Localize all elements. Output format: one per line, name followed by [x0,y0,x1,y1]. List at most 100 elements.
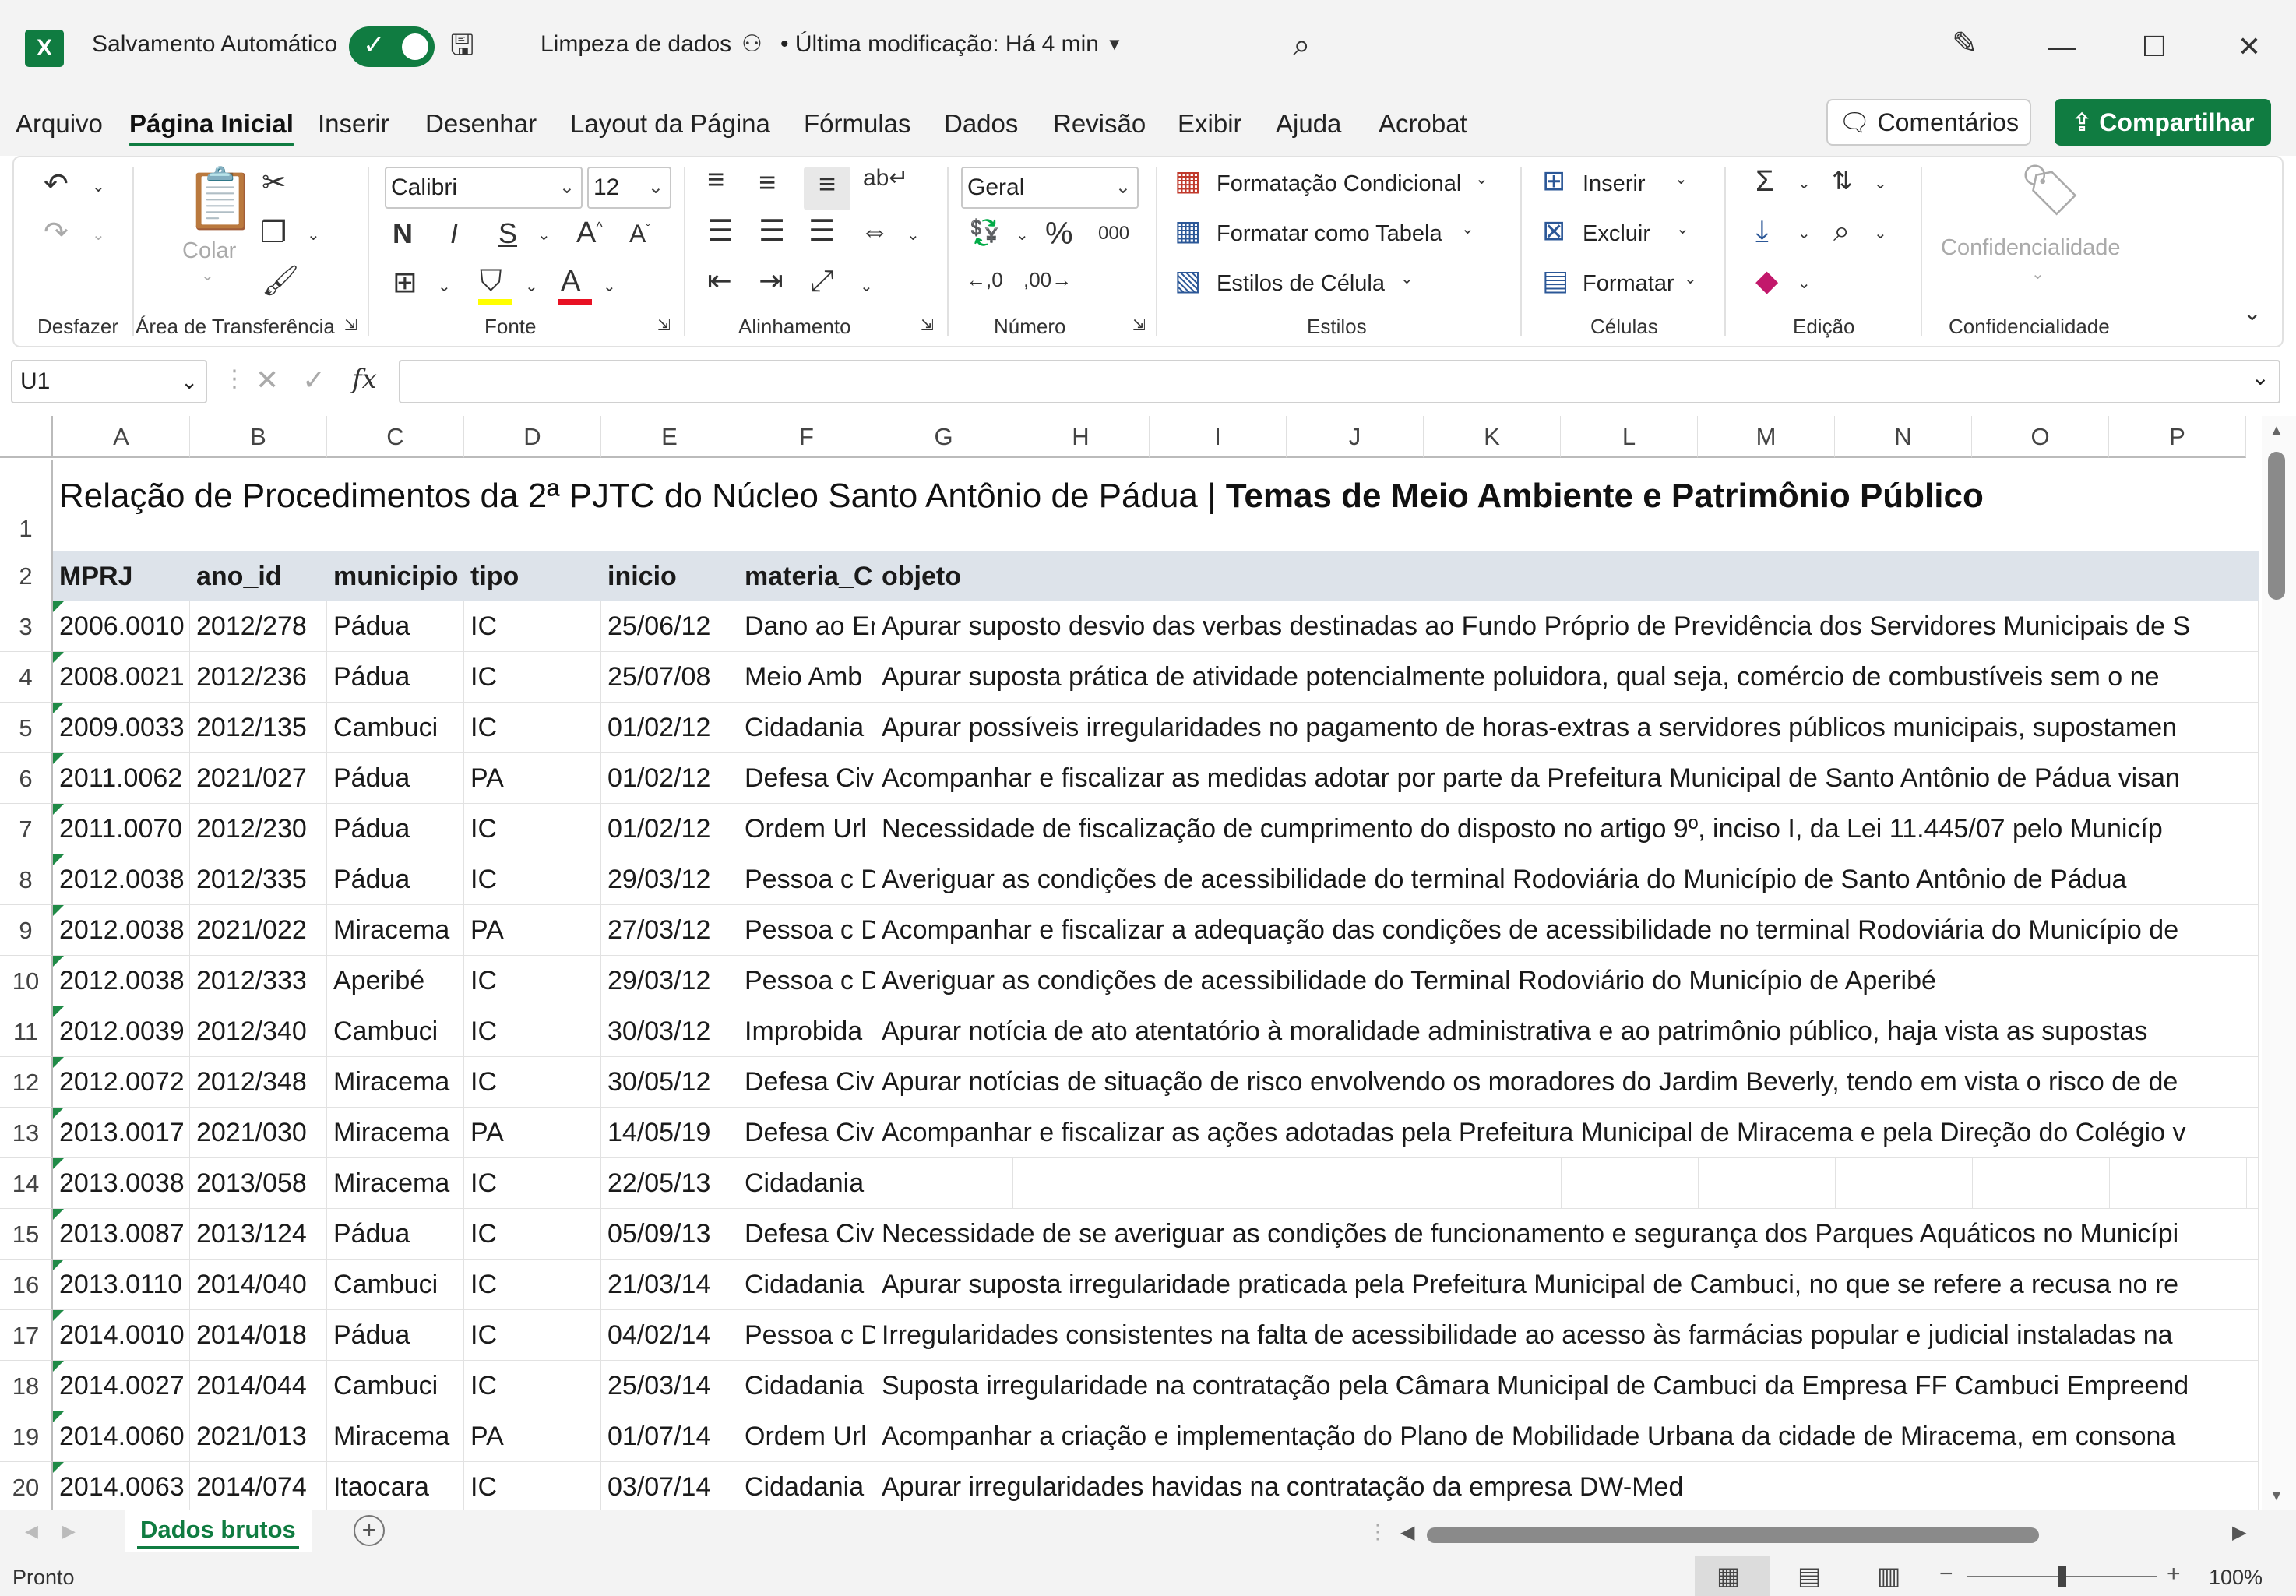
table-cell[interactable]: Cambuci [327,1006,464,1056]
chevron-down-icon[interactable]: ⌄ [1798,276,1811,291]
close-button[interactable]: ✕ [2226,23,2273,70]
table-cell[interactable]: 25/06/12 [601,601,738,651]
table-row[interactable]: 2012.0038 2021/022 Miracema PA 27/03/12 Pesso… [53,905,2259,956]
tab-pagina-inicial[interactable]: Página Inicial [129,109,294,146]
select-all-corner[interactable] [0,416,53,458]
row-header[interactable]: 7 [0,804,53,854]
table-cell[interactable]: 29/03/12 [601,854,738,904]
table-cell[interactable]: 2014/040 [190,1260,327,1309]
chevron-down-icon[interactable]: ⌄ [201,268,214,284]
column-header-i[interactable]: I [1150,416,1287,458]
increase-font-icon[interactable]: A^ [576,218,603,248]
maximize-button[interactable]: ☐ [2131,23,2178,70]
merge-center-icon[interactable]: ⇔ [860,217,889,246]
splitter-icon[interactable]: ⋮ [1368,1520,1388,1544]
tab-exibir[interactable]: Exibir [1178,109,1242,139]
column-header-g[interactable]: G [875,416,1012,458]
column-header-h[interactable]: H [1012,416,1150,458]
table-cell[interactable]: Aperibé [327,956,464,1006]
row-header[interactable]: 6 [0,753,53,804]
header-cell[interactable]: MPRJ [53,551,190,601]
table-row[interactable]: 2012.0038 2012/335 Pádua IC 29/03/12 Pessoa c… [53,854,2259,905]
table-cell[interactable]: IC [464,1209,601,1259]
chevron-down-icon[interactable]: ⌄ [1674,171,1688,187]
header-cell[interactable]: objeto [875,551,2259,601]
tab-arquivo[interactable]: Arquivo [16,109,103,139]
table-row[interactable]: 2006.0010 2012/278 Pádua IC 25/06/12 Dano ao … [53,601,2259,652]
zoom-in-icon[interactable]: + [2167,1561,2181,1587]
worksheet-grid[interactable]: ABCDEFGHIJKLMNOP 1 Relação de Procedimen… [0,416,2296,1510]
table-cell[interactable]: IC [464,1260,601,1309]
column-header-p[interactable]: P [2109,416,2246,458]
sheet-title[interactable]: Relação de Procedimentos da 2ª PJTC do N… [59,477,1984,516]
table-cell[interactable]: Pádua [327,753,464,803]
column-header-l[interactable]: L [1561,416,1698,458]
table-cell[interactable]: Apurar possíveis irregularidades no paga… [875,703,2259,752]
table-cell[interactable]: Cidadania [738,1158,875,1208]
table-cell[interactable]: IC [464,1361,601,1411]
page-layout-icon[interactable]: ▤ [1798,1561,1821,1591]
chevron-down-icon[interactable]: ⌄ [1461,221,1474,237]
table-cell[interactable]: Miracema [327,905,464,955]
row-header[interactable]: 5 [0,703,53,753]
row-header[interactable]: 1 [0,460,53,551]
header-cell[interactable]: ano_id [190,551,327,601]
function-icon[interactable]: fx [352,366,377,393]
table-cell[interactable]: Cambuci [327,1260,464,1309]
thousands-icon[interactable]: 000 [1098,224,1129,243]
chevron-down-icon[interactable]: ⌄ [92,227,105,243]
table-cell[interactable]: Pessoa c D [738,854,875,904]
table-cell[interactable]: Cidadania [738,1361,875,1411]
table-cell[interactable]: IC [464,1310,601,1360]
table-cell[interactable]: Necessidade de fiscalização de cumprimen… [875,804,2259,854]
table-cell[interactable]: 2009.0033 [53,703,190,752]
chevron-down-icon[interactable]: ⌄ [1874,176,1887,192]
format-cells-icon[interactable]: ▤ [1542,266,1569,294]
column-header-n[interactable]: N [1835,416,1972,458]
conditional-formatting-icon[interactable]: ▦ [1174,167,1201,195]
table-cell[interactable]: 21/03/14 [601,1260,738,1309]
table-cell[interactable]: 01/02/12 [601,703,738,752]
bold-icon[interactable]: N [393,220,413,248]
last-modified[interactable]: • Última modificação: Há 4 min [780,31,1099,58]
table-cell[interactable]: 2012.0038 [53,905,190,955]
autosave-toggle[interactable]: ✓ [349,26,435,67]
collapse-ribbon-icon[interactable]: ⌄ [2243,302,2261,324]
row-header[interactable]: 16 [0,1260,53,1310]
table-cell[interactable]: Cambuci [327,1361,464,1411]
table-cell[interactable]: Suposta irregularidade na contratação pe… [875,1361,2259,1411]
table-row[interactable]: 2011.0062 2021/027 Pádua PA 01/02/12 Defesa C… [53,753,2259,804]
increase-decimal-icon[interactable]: ←,0 [966,270,1003,290]
table-cell[interactable]: IC [464,956,601,1006]
normal-view-icon[interactable]: ▦ [1717,1561,1740,1591]
column-header-c[interactable]: C [327,416,464,458]
table-cell[interactable]: 2012/340 [190,1006,327,1056]
chevron-down-icon[interactable]: ⌄ [1798,176,1811,192]
enter-icon[interactable]: ✓ [302,366,326,394]
table-cell[interactable]: Improbida [738,1006,875,1056]
table-cell[interactable]: IC [464,1462,601,1510]
table-cell[interactable] [875,1158,2259,1208]
table-cell[interactable]: 01/02/12 [601,753,738,803]
align-right-icon[interactable]: ☰ [808,217,835,246]
row-header[interactable]: 12 [0,1057,53,1108]
scroll-up-icon[interactable]: ▲ [2270,422,2284,439]
clear-icon[interactable]: ◆ [1755,266,1778,296]
zoom-slider-thumb[interactable] [2058,1566,2066,1587]
tab-layout[interactable]: Layout da Página [570,109,770,139]
table-cell[interactable]: Ordem Url [738,804,875,854]
table-row[interactable]: 2012.0038 2012/333 Aperibé IC 29/03/12 Pessoa… [53,956,2259,1006]
table-cell[interactable]: Apurar suposta irregularidade praticada … [875,1260,2259,1309]
table-cell[interactable]: 2014/044 [190,1361,327,1411]
table-cell[interactable]: 22/05/13 [601,1158,738,1208]
conditional-formatting-button[interactable]: Formatação Condicional [1217,171,1461,197]
chevron-down-icon[interactable]: ▼ [1106,36,1123,53]
chevron-down-icon[interactable]: ⌄ [92,179,105,195]
table-cell[interactable]: 30/03/12 [601,1006,738,1056]
table-cell[interactable]: Pádua [327,601,464,651]
autosum-icon[interactable]: Σ [1755,167,1774,196]
row-header[interactable]: 17 [0,1310,53,1361]
chevron-down-icon[interactable]: ⌄ [2031,266,2044,282]
row-header[interactable]: 18 [0,1361,53,1411]
comments-button[interactable]: 🗨 Comentários [1826,99,2031,146]
